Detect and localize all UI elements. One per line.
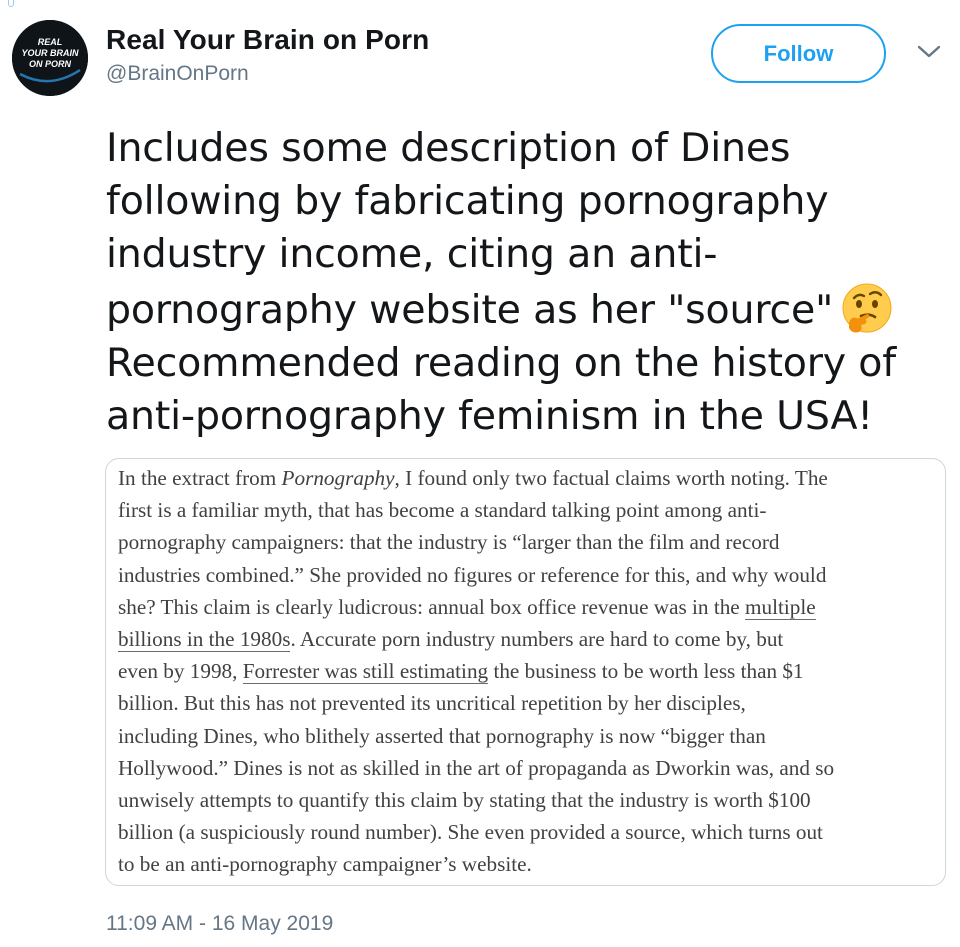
quote-text-segment: even by 1998, <box>118 659 243 684</box>
follow-button[interactable]: Follow <box>711 24 886 83</box>
quote-line: she? This claim is clearly ludicrous: an… <box>118 591 944 623</box>
quote-text-segment: the business to be worth less than $1 <box>488 659 804 684</box>
decorative-mark <box>8 0 14 7</box>
quote-underlined-link: multiple <box>745 594 816 620</box>
tweet-text: Includes some description of Dines follo… <box>106 122 946 443</box>
quote-line: industries combined.” She provided no fi… <box>118 562 827 587</box>
quote-text-segment: . Accurate porn industry numbers are har… <box>290 627 784 652</box>
tweet-line: anti-pornography feminism in the USA! <box>106 393 873 439</box>
avatar-text-line: ON PORN <box>29 59 72 69</box>
tweet-line: industry income, citing an anti- <box>106 231 718 277</box>
author-display-name[interactable]: Real Your Brain on Porn <box>106 24 429 56</box>
chevron-down-icon[interactable] <box>916 44 942 60</box>
quote-line: pornography campaigners: that the indust… <box>118 530 780 555</box>
avatar[interactable]: REAL YOUR BRAIN ON PORN <box>12 20 88 96</box>
quote-line: including Dines, who blithely asserted t… <box>118 723 766 748</box>
quote-line: billions in the 1980s. Accurate porn ind… <box>118 623 944 655</box>
avatar-text-line: REAL <box>38 37 63 47</box>
quote-line: unwisely attempts to quantify this claim… <box>118 788 811 813</box>
quote-line: Hollywood.” Dines is not as skilled in t… <box>118 755 835 780</box>
quote-underlined-link: Forrester was still estimating <box>242 659 489 685</box>
tweet-timestamp[interactable]: 11:09 AM - 16 May 2019 <box>106 912 333 936</box>
attached-quote-text: In the extract from Pornography, I found… <box>118 462 944 881</box>
tweet-line: Recommended reading on the history of <box>106 340 896 386</box>
tweet-line: following by fabricating pornography <box>106 178 829 224</box>
tweet-line-with-emoji: pornography website as her "source" <box>106 281 946 337</box>
thinking-face-icon <box>842 283 892 333</box>
quote-line: even by 1998, Forrester was still estima… <box>118 655 944 687</box>
quote-line: first is a familiar myth, that has becom… <box>118 498 767 523</box>
quote-line: billion (a suspiciously round number). S… <box>118 820 823 845</box>
quote-text-segment: she? This claim is clearly ludicrous: an… <box>118 594 745 619</box>
avatar-logo: REAL YOUR BRAIN ON PORN <box>12 20 88 96</box>
avatar-text-line: YOUR BRAIN <box>21 48 79 58</box>
quote-underlined-link: billions in the 1980s <box>118 627 291 653</box>
quote-line: In the extract from Pornography, I found… <box>118 462 944 494</box>
quote-text-segment: , I found only two factual claims worth … <box>394 466 828 490</box>
tweet-line: pornography website as her "source" <box>106 287 834 333</box>
tweet-line: Includes some description of Dines <box>106 125 791 171</box>
author-handle[interactable]: @BrainOnPorn <box>106 62 249 86</box>
quote-line: billion. But this has not prevented its … <box>118 691 746 716</box>
quote-book-title: Pornography <box>281 466 395 490</box>
quote-text-segment: In the extract from <box>118 466 282 490</box>
quote-line: to be an anti-pornography campaigner’s w… <box>118 852 532 877</box>
